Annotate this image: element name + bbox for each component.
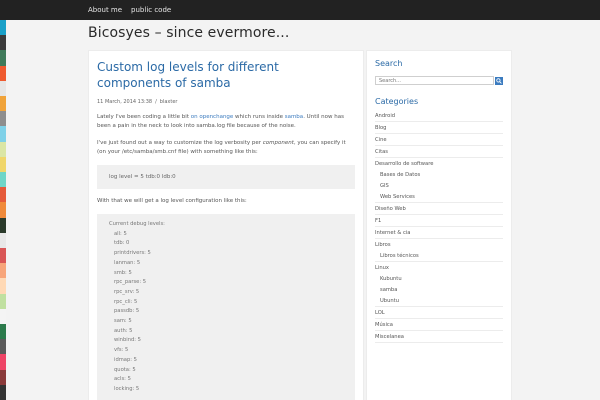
nav-public-code[interactable]: public code [131, 6, 171, 14]
category-item[interactable]: Linux [375, 262, 503, 274]
strip-segment [0, 65, 6, 81]
strip-segment [0, 126, 6, 142]
strip-segment [0, 50, 6, 66]
strip-segment [0, 202, 6, 218]
strip-segment [0, 96, 6, 112]
code-line: acls: 5 [114, 376, 131, 383]
emphasis-text: component [262, 140, 294, 146]
strip-segment [0, 141, 6, 157]
post-date[interactable]: 11 March, 2014 13:38 [97, 99, 152, 105]
category-item[interactable]: Cine [375, 134, 503, 146]
code-snippet-config: log level = 5 tdb:0 ldb:0 [97, 165, 355, 189]
category-item[interactable]: F1 [375, 215, 503, 227]
meta-separator: / [155, 99, 157, 105]
code-line: idmap: 5 [114, 356, 137, 363]
strip-segment [0, 232, 6, 249]
link-samba[interactable]: samba [285, 114, 303, 120]
text: I've just found out a way to customize t… [97, 140, 263, 146]
code-line: lanman: 5 [114, 259, 141, 266]
color-strip [0, 20, 6, 400]
strip-segment [0, 308, 6, 325]
strip-segment [0, 324, 6, 340]
strip-segment [0, 172, 6, 188]
subcategory-item[interactable]: Libros técnicos [375, 251, 503, 262]
code-line: rpc_cli: 5 [114, 298, 138, 305]
category-item[interactable]: Miscelanea [375, 331, 503, 343]
code-header: Current debug levels: [109, 221, 165, 227]
strip-segment [0, 248, 6, 264]
category-item[interactable]: Blog [375, 122, 503, 134]
paragraph-explanation: I've just found out a way to customize t… [97, 139, 355, 157]
category-item[interactable]: Libros [375, 239, 503, 251]
code-line: winbind: 5 [114, 337, 141, 344]
paragraph-intro: Lately I've been coding a little bit on … [97, 113, 355, 131]
strip-segment [0, 80, 6, 97]
strip-segment [0, 339, 6, 355]
code-line: quota: 5 [114, 366, 136, 373]
subcategory-item[interactable]: Web Services [375, 192, 503, 203]
post-title[interactable]: Custom log levels for different componen… [97, 59, 355, 91]
site-title[interactable]: Bicosyes – since evermore... [88, 25, 289, 41]
category-item[interactable]: Desarrollo de software [375, 158, 503, 170]
strip-segment [0, 20, 6, 36]
subcategory-item[interactable]: Bases de Datos [375, 170, 503, 181]
strip-segment [0, 111, 6, 127]
text: Lately I've been coding a little bit [97, 114, 191, 120]
text: which runs inside [233, 114, 285, 120]
top-navigation: About me public code [0, 0, 600, 20]
strip-segment [0, 263, 6, 279]
code-line: tdb: 0 [114, 240, 130, 247]
categories-list: Android Blog Cine Citas Desarrollo de softwa… [375, 110, 503, 343]
subcategory-item[interactable]: Ubuntu [375, 296, 503, 307]
nav-about-me[interactable]: About me [88, 6, 122, 14]
code-line: printdrivers: 5 [114, 250, 151, 257]
code-snippet-debug-levels: Current debug levels: all: 5 tdb: 0 printd… [97, 214, 355, 400]
code-line: locking: 5 [114, 385, 140, 392]
subcategory-item[interactable]: GIS [375, 181, 503, 192]
category-item[interactable]: Diseño Web [375, 203, 503, 215]
code-line: sam: 5 [114, 318, 132, 325]
category-item[interactable]: Android [375, 110, 503, 122]
strip-segment [0, 278, 6, 294]
subcategory-item[interactable]: samba [375, 285, 503, 296]
code-line: vfs: 5 [114, 347, 129, 354]
search-heading: Search [375, 59, 403, 68]
article: Custom log levels for different componen… [88, 50, 364, 400]
code-line: auth: 5 [114, 327, 133, 334]
sidebar: Search Categories AndroidBlogCineCitasDe… [366, 50, 512, 400]
strip-segment [0, 384, 6, 400]
paragraph-result: With that we will get a log level config… [97, 198, 247, 204]
search-icon [496, 77, 502, 84]
link-openchange[interactable]: on openchange [191, 114, 234, 120]
category-item[interactable]: Citas [375, 146, 503, 158]
strip-segment [0, 369, 6, 385]
strip-segment [0, 354, 6, 370]
search-button[interactable] [495, 76, 503, 85]
category-item[interactable]: Música [375, 319, 503, 331]
strip-segment [0, 293, 6, 309]
code-line: smb: 5 [114, 269, 132, 276]
code-line: rpc_parse: 5 [114, 279, 147, 286]
strip-segment [0, 217, 6, 233]
post-author[interactable]: blaxter [160, 99, 178, 105]
post-meta: 11 March, 2014 13:38/blaxter [97, 99, 355, 105]
code-line: rpc_srv: 5 [114, 288, 140, 295]
strip-segment [0, 35, 6, 51]
code-line: all: 5 [114, 230, 127, 237]
category-item[interactable]: LOL [375, 307, 503, 319]
search-input[interactable] [375, 76, 495, 85]
category-item[interactable]: Internet & cia [375, 227, 503, 239]
categories-heading: Categories [375, 97, 419, 106]
subcategory-item[interactable]: Kubuntu [375, 274, 503, 285]
search-form [375, 76, 503, 85]
strip-segment [0, 156, 6, 173]
code-line: passdb: 5 [114, 308, 140, 315]
strip-segment [0, 187, 6, 203]
